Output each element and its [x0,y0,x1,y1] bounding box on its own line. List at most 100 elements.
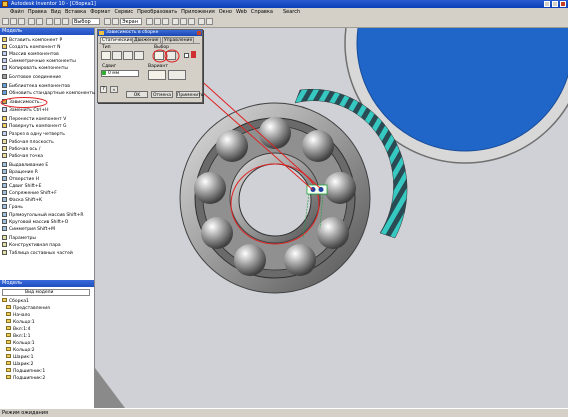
menu-applications[interactable]: Приложения [179,8,217,17]
menu-convert[interactable]: Преобразовать [135,8,179,17]
cmd-circ-pattern[interactable]: Круговой массив Shift+O [2,219,68,226]
open-icon[interactable] [10,18,17,25]
panel-header[interactable]: Модель [0,28,94,35]
help-icon[interactable] [206,18,213,25]
tree-item[interactable]: Кольцо:2 [6,347,35,353]
cmd-revolve[interactable]: Вращение R [2,169,38,176]
tree-item[interactable]: Вкл:1:4 [6,326,30,332]
redo-icon[interactable] [36,18,43,25]
cmd-rect-pattern[interactable]: Прямоугольный массив Shift+R [2,212,84,219]
predict-checkbox[interactable] [184,53,189,58]
cmd-parts-table[interactable]: Таблица составных частей [2,250,73,257]
close-button[interactable] [560,1,566,7]
fillet-icon [2,190,7,195]
look-at-icon[interactable] [162,18,169,25]
angle-type-button[interactable] [112,51,122,60]
cmd-hole[interactable]: Отверстие H [2,176,39,183]
return-icon[interactable] [54,18,61,25]
browser-mode-dropdown[interactable]: Вид модели [2,289,90,296]
flush-solution-button[interactable] [168,70,186,80]
ok-button[interactable]: OK [126,91,148,98]
pick-part-icon[interactable] [191,51,196,58]
offset-input[interactable]: 0 мм [101,70,139,77]
cmd-work-axis[interactable]: Рабочая ось / [2,146,40,153]
maximize-button[interactable] [552,1,558,7]
cmd-fillet[interactable]: Сопряжение Shift+F [2,190,57,197]
cmd-shift[interactable]: Сдвиг Shift+E [2,183,41,190]
tree-item[interactable]: Подшипник:2 [6,375,45,381]
menu-web[interactable]: Web [234,8,249,17]
undo-icon[interactable] [28,18,35,25]
browser-header[interactable]: Модель [0,280,94,287]
menu-help[interactable]: Справка [249,8,275,17]
tree-item[interactable]: Начало [6,312,30,318]
tree-item[interactable]: Представления [6,305,50,311]
cmd-work-plane[interactable]: Рабочая плоскость [2,139,54,146]
menu-format[interactable]: Формат [88,8,112,17]
menu-file[interactable]: Файл [0,8,26,17]
quarter-section-icon [2,131,7,136]
tree-item[interactable]: Шарик:2 [6,361,33,367]
zoom-dropdown[interactable]: Экран [120,18,142,25]
tree-item[interactable]: Подшипник:1 [6,368,45,374]
cmd-copy-components[interactable]: Копировать компоненты [2,65,68,72]
sketch-icon[interactable] [46,18,53,25]
perspective-icon[interactable] [188,18,195,25]
cmd-mirror-components[interactable]: Симметричные компоненты [2,58,76,65]
cmd-face[interactable]: Грань [2,204,23,211]
mate-type-button[interactable] [101,51,111,60]
cmd-bolted-connection[interactable]: Болтовое соединение [2,74,61,81]
tangent-type-button[interactable] [123,51,133,60]
cmd-content-center[interactable]: Библиотека компонентов [2,83,70,90]
cmd-mirror[interactable]: Симметрия Shift+M [2,226,55,233]
cmd-work-point[interactable]: Рабочая точка [2,153,43,160]
update-icon[interactable] [62,18,69,25]
save-icon[interactable] [18,18,25,25]
face-icon [2,204,7,209]
cmd-rotate-component[interactable]: Повернуть компонент G [2,123,66,130]
cmd-pattern-component[interactable]: Массив компонентов [2,51,59,58]
rotate-icon[interactable] [154,18,161,25]
menu-insert[interactable]: Вставка [63,8,88,17]
menu-search[interactable]: Search [281,8,302,17]
cmd-move-component[interactable]: Перенести компонент V [2,116,66,123]
menu-tools[interactable]: Сервис [112,8,135,17]
tree-item[interactable]: Кольцо:1 [6,319,35,325]
tree-root[interactable]: Сборка1 [2,298,29,304]
shadow-icon[interactable] [180,18,187,25]
tree-item[interactable]: Шарик:1 [6,354,33,360]
zoom-window-icon[interactable] [112,18,119,25]
cmd-extrude[interactable]: Выдавливание E [2,162,48,169]
tree-item[interactable]: Кольцо:1 [6,340,35,346]
mate-solution-button[interactable] [148,70,166,80]
cmd-create-component[interactable]: Создать компонент N [2,44,61,51]
color-icon[interactable] [198,18,205,25]
cmd-quarter-section[interactable]: Разрез в одну четверть [2,131,65,138]
select-dropdown[interactable]: Выбор [72,18,100,25]
cmd-chamfer[interactable]: Фаска Shift+K [2,197,42,204]
apply-button[interactable]: Применить [176,91,203,98]
minimize-button[interactable] [544,1,550,7]
menu-bar: Файл Правка Вид Вставка Формат Сервис Преобраз… [0,8,568,17]
assembly-icon [2,298,7,302]
menu-view[interactable]: Вид [49,8,63,17]
menu-edit[interactable]: Правка [26,8,49,17]
new-icon[interactable] [2,18,9,25]
zoom-all-icon[interactable] [104,18,111,25]
insert-type-button[interactable] [134,51,144,60]
dialog-close-button[interactable] [197,31,201,35]
help-button[interactable]: ? [100,86,107,93]
rotate-component-icon [2,123,7,128]
cmd-design-pair[interactable]: Конструктивная пара [2,242,61,249]
shaded-display-icon[interactable] [172,18,179,25]
cancel-button[interactable]: Отмена [151,91,173,98]
more-button[interactable]: » [110,86,118,93]
tree-item[interactable]: Вкл:1:1 [6,333,30,339]
pan-icon[interactable] [146,18,153,25]
cmd-parameters[interactable]: Параметры [2,235,36,242]
menu-window[interactable]: Окно [217,8,234,17]
shift-icon [2,183,7,188]
status-text: Режим ожидания [2,410,49,416]
cmd-place-component[interactable]: Вставить компонент P [2,37,62,44]
dialog-icon [99,31,104,35]
